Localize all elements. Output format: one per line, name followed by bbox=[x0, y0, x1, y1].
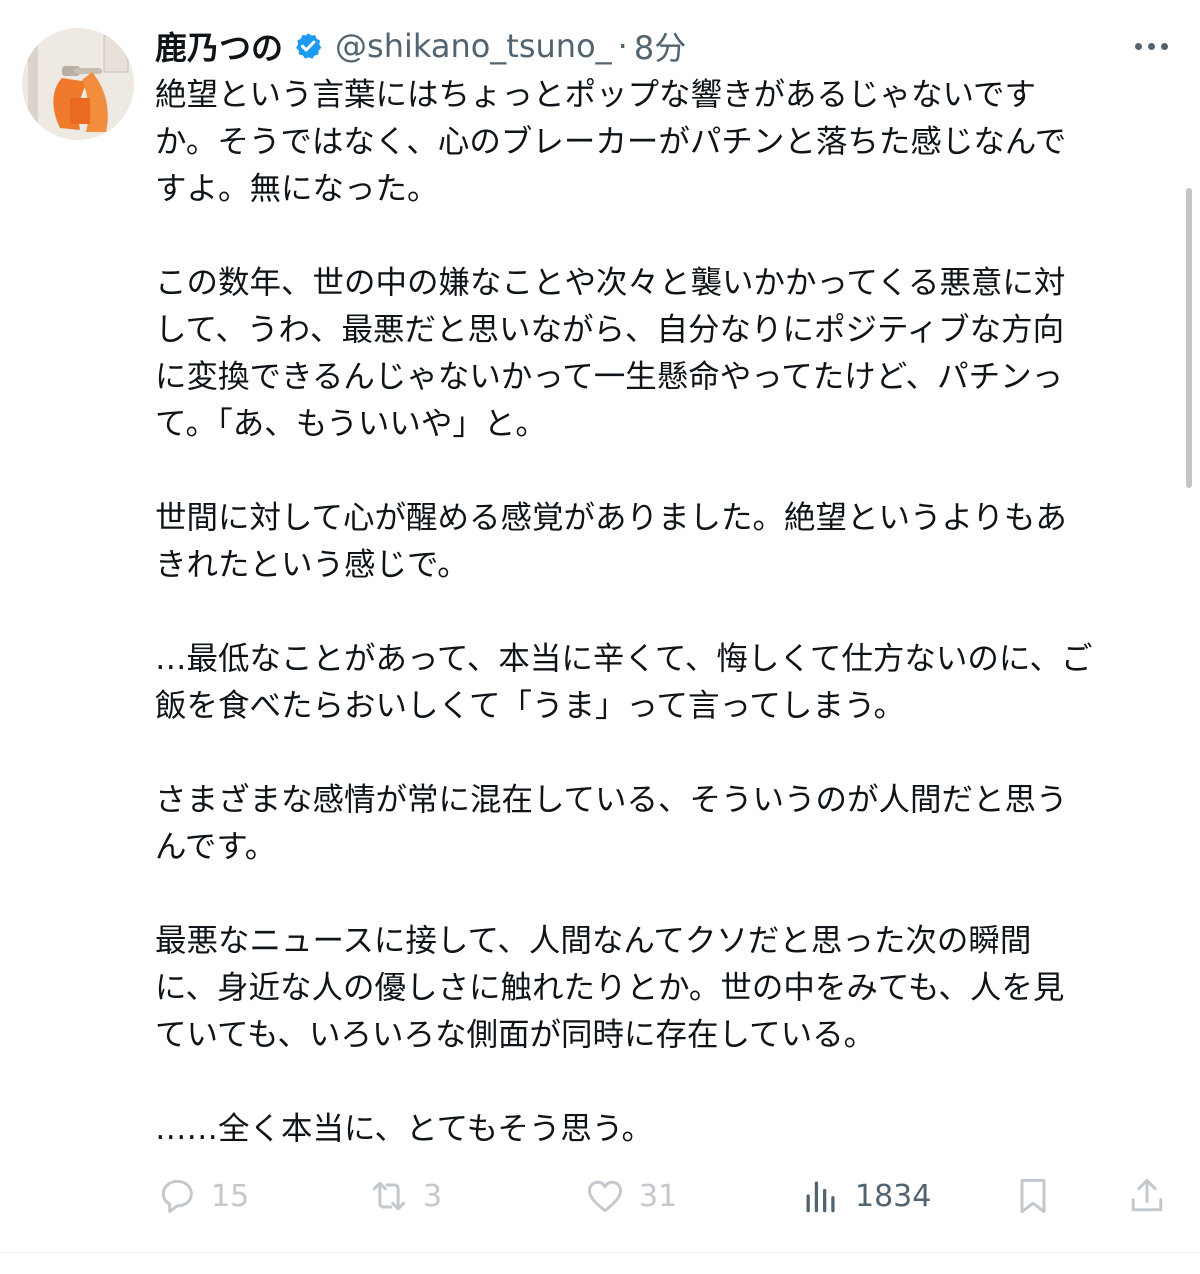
tweet-paragraph: 世間に対して心が醒める感覚がありました。絶望というよりもあ きれたという感じで。 bbox=[155, 500, 1067, 583]
share-button[interactable] bbox=[1125, 1168, 1169, 1224]
views-button[interactable]: 1834 bbox=[799, 1168, 931, 1224]
tweet-paragraph: 絶望という言葉にはちょっとポップな響きがあるじゃないです か。そうではなく、心の… bbox=[155, 77, 1067, 207]
reply-count: 15 bbox=[211, 1178, 250, 1214]
share-icon bbox=[1131, 1178, 1163, 1212]
tweet-paragraph: この数年、世の中の嫌なことや次々と襲いかかってくる悪意に対 して、うわ、最悪だと… bbox=[155, 265, 1066, 442]
tweet-text: 絶望という言葉にはちょっとポップな響きがあるじゃないです か。そうではなく、心の… bbox=[155, 72, 1177, 1153]
tweet: 鹿乃つの @shikano_tsuno_ · 8分 絶望という言葉にはちょっとポ… bbox=[0, 0, 1200, 1274]
tweet-paragraph: さまざまな感情が常に混在している、そういうのが人間だと思う んです。 bbox=[155, 782, 1068, 865]
views-count: 1834 bbox=[855, 1178, 932, 1214]
verified-badge-icon bbox=[293, 31, 323, 61]
scrollbar[interactable] bbox=[1186, 188, 1192, 488]
reply-button[interactable]: 15 bbox=[155, 1168, 249, 1224]
action-bar: 15 3 31 1834 bbox=[155, 1168, 1175, 1224]
divider bbox=[0, 1252, 1200, 1253]
retweet-icon bbox=[372, 1181, 406, 1211]
retweet-count: 3 bbox=[423, 1178, 443, 1214]
bookmark-icon bbox=[1020, 1178, 1046, 1214]
tweet-paragraph: ……全く本当に、とてもそう思う。 bbox=[155, 1111, 654, 1147]
timestamp[interactable]: 8分 bbox=[634, 23, 686, 69]
more-icon[interactable] bbox=[1128, 28, 1174, 64]
bookmark-button[interactable] bbox=[1011, 1168, 1055, 1224]
tweet-header: 鹿乃つの @shikano_tsuno_ · 8分 bbox=[155, 22, 686, 70]
handle[interactable]: @shikano_tsuno_ bbox=[335, 27, 612, 65]
avatar-image bbox=[22, 28, 134, 140]
reply-icon bbox=[161, 1179, 193, 1213]
display-name[interactable]: 鹿乃つの bbox=[155, 23, 283, 69]
like-button[interactable]: 31 bbox=[583, 1168, 677, 1224]
avatar[interactable] bbox=[22, 28, 134, 140]
tweet-paragraph: 最悪なニュースに接して、人間なんてクソだと思った次の瞬間 に、身近な人の優しさに… bbox=[155, 923, 1065, 1053]
tweet-paragraph: …最低なことがあって、本当に辛くて、悔しくて仕方ないのに、ご 飯を食べたらおいし… bbox=[155, 641, 1093, 724]
like-icon bbox=[587, 1180, 623, 1213]
separator-dot: · bbox=[617, 27, 628, 65]
like-count: 31 bbox=[639, 1178, 678, 1214]
retweet-button[interactable]: 3 bbox=[367, 1168, 442, 1224]
views-icon bbox=[806, 1181, 835, 1213]
